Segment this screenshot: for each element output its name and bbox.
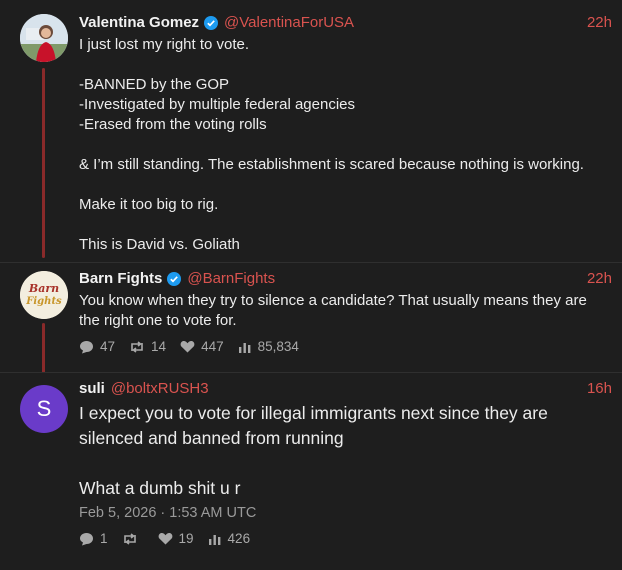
post-valentina[interactable]: Valentina Gomez @ValentinaForUSA 22h I j…: [0, 0, 622, 262]
repost-button[interactable]: 14: [129, 339, 166, 354]
avatar[interactable]: [20, 14, 68, 62]
author-handle[interactable]: @BarnFights: [187, 270, 275, 287]
profile-photo: [20, 14, 68, 62]
repost-icon: [123, 532, 136, 545]
post-time[interactable]: 22h: [587, 14, 612, 31]
views-button[interactable]: 426: [208, 531, 251, 546]
post-actions: 47 14 447 85,834: [79, 339, 313, 354]
avatar[interactable]: S: [20, 385, 68, 433]
thread-line: [42, 68, 45, 258]
reply-count: 1: [100, 531, 108, 546]
svg-text:Fights: Fights: [25, 296, 62, 307]
post-actions: 1 19 426: [79, 531, 264, 546]
reply-button[interactable]: 1: [79, 531, 108, 546]
reply-count: 47: [100, 339, 116, 354]
post-time[interactable]: 22h: [587, 270, 612, 287]
like-button[interactable]: 447: [180, 339, 224, 354]
author-name[interactable]: Valentina Gomez: [79, 14, 199, 31]
author-handle[interactable]: @boltxRUSH3: [111, 380, 209, 397]
post-header: Valentina Gomez @ValentinaForUSA: [79, 14, 610, 31]
heart-icon: [158, 532, 172, 545]
comment-icon: [80, 532, 93, 545]
avatar-letter: S: [36, 396, 52, 421]
svg-text:Barn: Barn: [28, 282, 59, 295]
post-date[interactable]: Feb 5, 2026 · 1:53 AM UTC: [79, 505, 256, 521]
views-chart-icon: [208, 534, 220, 545]
like-button[interactable]: 19: [158, 531, 194, 546]
view-count: 426: [227, 531, 251, 546]
thread-line: [42, 323, 45, 373]
repost-icon: [131, 340, 143, 353]
barn-fights-logo: Barn Fights: [20, 271, 68, 319]
post-header: Barn Fights @BarnFights: [79, 270, 610, 287]
views-chart-icon: [238, 342, 250, 353]
author-name[interactable]: suli: [79, 380, 105, 397]
post-suli[interactable]: S suli @boltxRUSH3 16h I expect you to v…: [0, 373, 622, 570]
post-header: suli @boltxRUSH3: [79, 380, 610, 397]
view-count: 85,834: [257, 339, 299, 354]
heart-icon: [180, 340, 195, 353]
verified-badge-icon: [167, 271, 182, 286]
author-handle[interactable]: @ValentinaForUSA: [224, 14, 354, 31]
post-text: I just lost my right to vote. -BANNED by…: [79, 36, 584, 253]
repost-button[interactable]: [122, 532, 144, 546]
post-time[interactable]: 16h: [587, 380, 612, 397]
like-count: 19: [178, 531, 194, 546]
avatar[interactable]: Barn Fights: [20, 271, 68, 319]
repost-count: 14: [151, 339, 167, 354]
post-text: You know when they try to silence a cand…: [79, 292, 591, 329]
reply-button[interactable]: 47: [79, 339, 115, 354]
verified-badge-icon: [204, 15, 219, 30]
author-name[interactable]: Barn Fights: [79, 270, 162, 287]
like-count: 447: [201, 339, 224, 354]
post-text: I expect you to vote for illegal immigra…: [79, 403, 548, 498]
post-barnfights[interactable]: Barn Fights Barn Fights @BarnFights 22h …: [0, 263, 622, 373]
comment-icon: [80, 340, 93, 353]
views-button[interactable]: 85,834: [238, 339, 299, 354]
